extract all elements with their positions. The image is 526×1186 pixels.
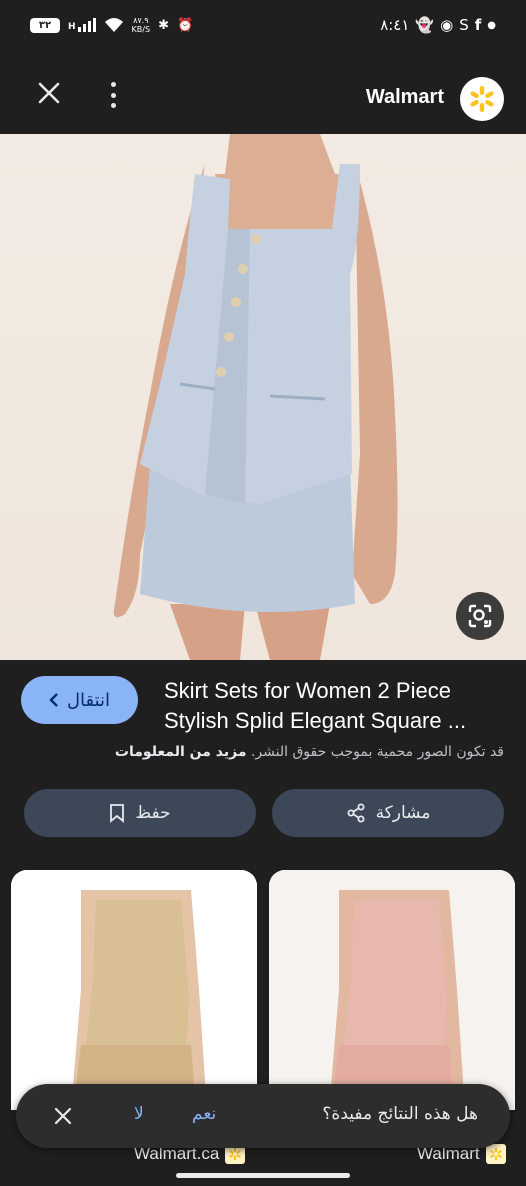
product-title[interactable]: Skirt Sets for Women 2 Piece Stylish Spl… (164, 676, 504, 736)
share-label: مشاركة (375, 803, 431, 823)
save-label: حفظ (135, 803, 171, 823)
walmart-logo[interactable] (460, 77, 504, 121)
status-right: ٣٢ H ٨٧.٩ KB/S ✱ ⏰ (30, 16, 193, 34)
battery-icon: ٣٢ (30, 17, 60, 33)
result-image-pink (269, 870, 515, 1110)
walmart-spark-icon (470, 86, 494, 112)
feedback-question: هل هذه النتائج مفيدة؟ (322, 1104, 478, 1124)
status-left: ٨:٤١ 👻 ◉ S f ● (380, 16, 496, 34)
product-info: انتقال Skirt Sets for Women 2 Piece Styl… (0, 660, 526, 870)
result-image-beige (11, 870, 257, 1110)
more-vert-icon[interactable] (109, 82, 117, 108)
clock: ٨:٤١ (380, 16, 410, 34)
dot-icon: ● (487, 19, 496, 31)
close-icon[interactable] (54, 1107, 72, 1125)
bookmark-icon (110, 804, 125, 823)
visit-label: انتقال (66, 689, 111, 711)
network-type: H (68, 18, 96, 32)
net-speed: ٨٧.٩ KB/S (131, 16, 151, 34)
chevron-left-icon (49, 693, 58, 707)
visit-button[interactable]: انتقال (21, 676, 138, 724)
product-photo-illustration (113, 134, 398, 660)
feedback-no-button[interactable]: لا (134, 1104, 144, 1124)
messenger-icon: ◉ (440, 16, 454, 34)
wifi-icon (104, 18, 123, 32)
share-button[interactable]: مشاركة (272, 789, 504, 837)
app-bar: Walmart (0, 56, 526, 134)
status-bar: ٨:٤١ 👻 ◉ S f ● ٣٢ H ٨٧.٩ KB/S ✱ ⏰ (0, 0, 526, 56)
lens-icon (468, 604, 492, 628)
close-icon[interactable] (36, 80, 62, 106)
product-image[interactable] (0, 134, 526, 660)
skype-icon: S (459, 16, 469, 34)
alarm-icon: ⏰ (176, 17, 194, 33)
bluetooth-icon: ✱ (158, 17, 169, 33)
more-info-link[interactable]: مزيد من المعلومات (115, 744, 247, 760)
feedback-yes-button[interactable]: نعم (192, 1104, 216, 1124)
result-card-walmart-ca[interactable] (11, 870, 257, 1110)
signal-icon (77, 18, 96, 32)
result-card-walmart[interactable] (269, 870, 515, 1110)
share-icon (347, 803, 365, 823)
save-button[interactable]: حفظ (24, 789, 256, 837)
feedback-banner: هل هذه النتائج مفيدة؟ نعم لا (16, 1084, 510, 1148)
site-name: Walmart (365, 86, 444, 108)
facebook-icon: f (474, 16, 482, 34)
home-indicator[interactable] (176, 1173, 350, 1178)
copyright-notice: قد تكون الصور محمية بموجب حقوق النشر. مز… (114, 744, 504, 760)
google-lens-button[interactable] (456, 592, 504, 640)
snapchat-icon: 👻 (415, 16, 435, 34)
walmart-spark-icon (485, 1144, 506, 1164)
